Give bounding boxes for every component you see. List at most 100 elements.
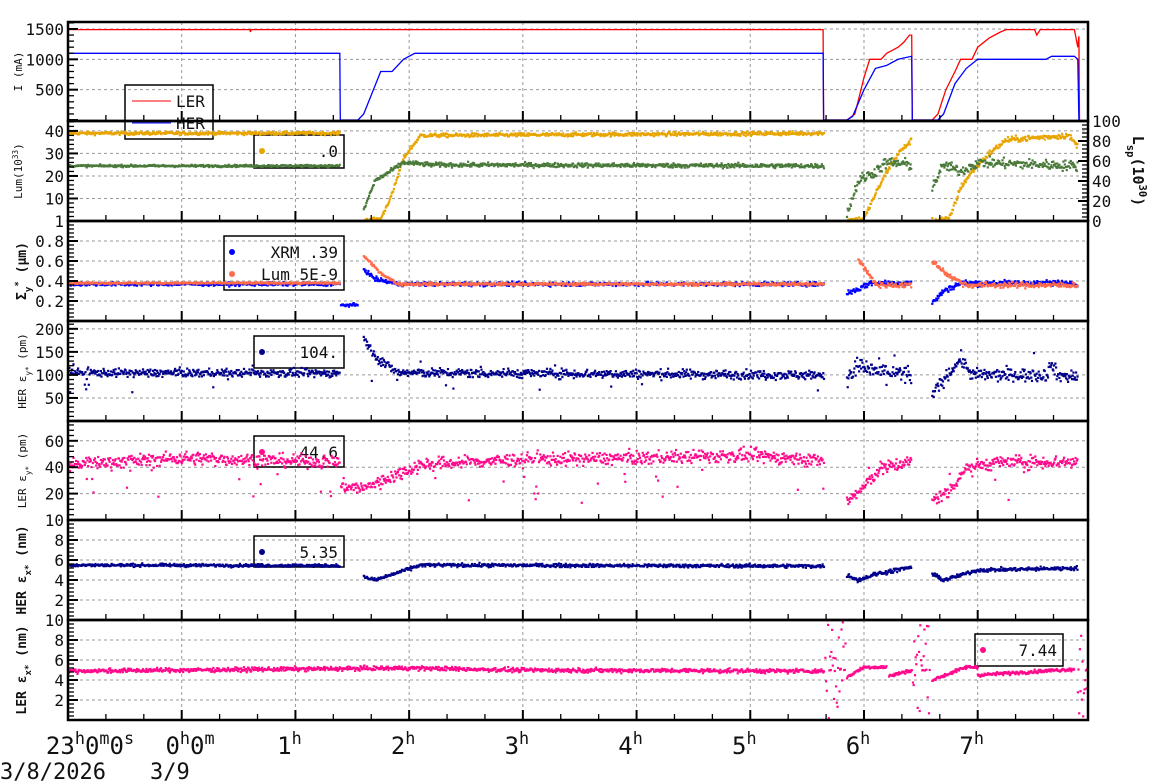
data-point (418, 136, 421, 139)
data-point (940, 293, 943, 296)
data-point (960, 187, 963, 190)
data-point (549, 285, 552, 288)
data-point (820, 163, 823, 166)
data-point (1070, 136, 1073, 140)
data-point (947, 217, 951, 220)
data-point (973, 167, 976, 170)
data-point (988, 155, 991, 158)
data-point (845, 215, 849, 218)
data-point (632, 161, 636, 165)
data-point (1014, 164, 1017, 167)
data-point (967, 170, 970, 173)
data-point (860, 179, 863, 182)
data-point (384, 279, 387, 282)
data-point (1064, 159, 1067, 162)
data-point (705, 163, 708, 166)
data-point (356, 304, 359, 307)
data-point (868, 207, 871, 210)
legend-label: .0 (319, 142, 338, 161)
data-point (364, 269, 367, 272)
data-point (866, 211, 869, 214)
data-point (950, 161, 953, 164)
data-point (905, 164, 908, 167)
data-point (978, 163, 981, 166)
data-point (1047, 162, 1050, 165)
data-point (1054, 162, 1057, 165)
data-point (1063, 163, 1066, 166)
data-point (822, 165, 825, 168)
data-point (884, 279, 887, 282)
data-point (884, 167, 887, 170)
data-point (552, 165, 555, 168)
data-point (946, 165, 949, 168)
y-right-tick-label: 60 (1092, 152, 1111, 171)
data-point (756, 130, 759, 133)
data-point (956, 170, 959, 173)
data-point (949, 164, 953, 167)
data-point (1050, 164, 1053, 167)
data-point (1023, 137, 1026, 140)
y-tick-label: 10 (45, 189, 64, 208)
data-point (894, 160, 897, 163)
data-point (951, 208, 955, 212)
data-point (749, 131, 752, 134)
data-point (1024, 135, 1027, 138)
data-point (1038, 138, 1041, 141)
y-tick-label: 30 (45, 144, 64, 163)
series-line (68, 52, 1080, 121)
data-point (682, 132, 685, 135)
data-point (964, 181, 967, 184)
data-point (570, 164, 573, 167)
data-point (1061, 169, 1064, 172)
data-point (258, 130, 261, 134)
data-point (1057, 137, 1060, 140)
y-right-axis-label: Lsp(1030) (1124, 136, 1148, 206)
data-point (774, 167, 777, 170)
data-point (1051, 166, 1054, 169)
data-point (963, 172, 966, 176)
data-point (1022, 161, 1025, 164)
data-point (990, 162, 993, 165)
data-point (367, 269, 370, 273)
data-point (619, 165, 622, 169)
data-point (720, 162, 723, 165)
data-point (880, 170, 883, 173)
data-point (410, 147, 413, 150)
data-point (1074, 166, 1077, 169)
data-point (967, 176, 970, 179)
data-point (590, 132, 593, 135)
data-point (586, 166, 589, 169)
data-point (937, 176, 940, 179)
y-axis-label: I (mA) (12, 52, 25, 92)
data-point (143, 133, 147, 136)
data-point (725, 164, 728, 167)
data-point (394, 181, 397, 184)
data-point (958, 173, 961, 176)
data-point (998, 160, 1001, 163)
data-point (1003, 278, 1006, 282)
data-point (398, 169, 401, 172)
data-point (939, 291, 943, 294)
data-point (886, 170, 889, 173)
data-point (338, 163, 341, 166)
data-point (304, 131, 307, 134)
data-point (715, 131, 718, 134)
data-point (576, 166, 579, 169)
data-point (662, 163, 665, 166)
label-part: 33 (11, 149, 20, 159)
data-point (120, 163, 123, 166)
data-point (626, 134, 629, 137)
data-point (1043, 138, 1046, 141)
data-point (1044, 158, 1048, 161)
data-point (904, 156, 907, 160)
y-axis-label: Lum(1033) (11, 143, 26, 199)
data-point (1014, 134, 1017, 137)
data-point (1062, 160, 1065, 163)
data-point (847, 289, 850, 292)
data-point (376, 268, 379, 272)
y-min-label: 1 (54, 212, 64, 231)
data-point (1002, 162, 1005, 165)
data-point (1058, 163, 1061, 166)
label-part: Lum(10 (12, 159, 25, 199)
panel-frame (66, 20, 1090, 123)
